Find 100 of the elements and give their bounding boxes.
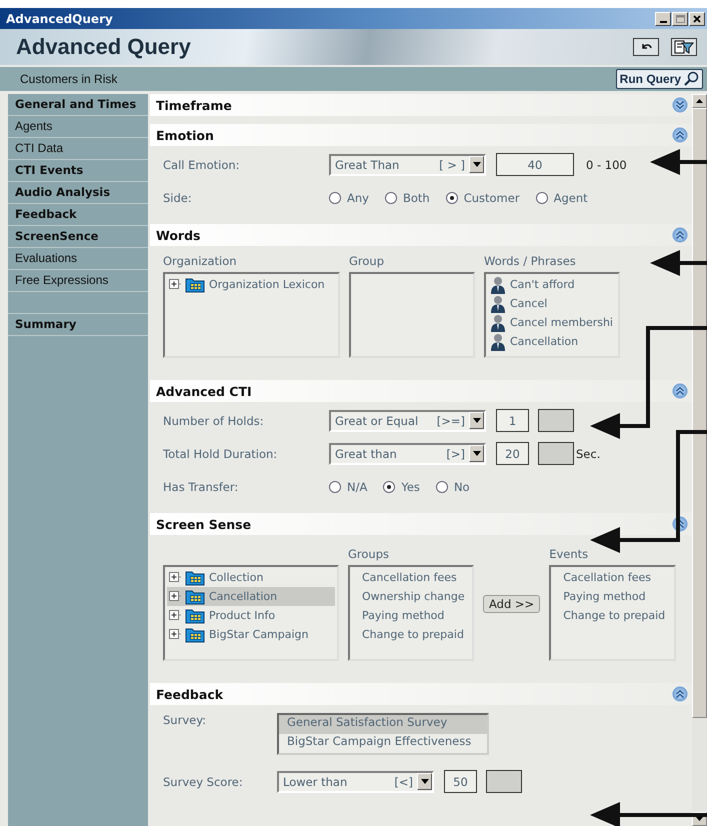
- field-label: Survey Score:: [163, 774, 244, 788]
- tree-item[interactable]: BigStar Campaign: [167, 625, 335, 644]
- sidebar-item[interactable]: CTI Data: [8, 138, 148, 160]
- filter-button[interactable]: [671, 38, 697, 56]
- sidebar-item[interactable]: General and Times: [8, 94, 148, 116]
- section-header[interactable]: Feedback: [150, 683, 692, 705]
- expand-icon[interactable]: [169, 572, 181, 583]
- radio-option[interactable]: Any: [329, 190, 369, 204]
- radio-icon[interactable]: [446, 192, 458, 204]
- list-item[interactable]: BigStar Campaign Effectiveness: [279, 734, 487, 753]
- sidebar-item[interactable]: Evaluations: [8, 248, 148, 270]
- run-query-button[interactable]: Run Query: [616, 69, 703, 89]
- down-arrow-icon: [696, 817, 703, 821]
- expand-icon[interactable]: [169, 629, 181, 640]
- operator-dropdown[interactable]: Lower than [<]: [277, 770, 434, 792]
- list-item[interactable]: Paying method: [352, 606, 470, 625]
- operator-dropdown[interactable]: Great Than [ > ]: [329, 154, 486, 176]
- section-title: Advanced CTI: [156, 384, 252, 398]
- empty-field[interactable]: [538, 409, 574, 432]
- section-title: Timeframe: [156, 98, 232, 112]
- caret-icon: [469, 412, 484, 429]
- list-item[interactable]: Ownership change: [352, 587, 470, 606]
- list-label: Group: [349, 254, 384, 268]
- maximize-icon: [676, 14, 684, 22]
- section-header[interactable]: Screen Sense: [150, 513, 692, 535]
- value-field[interactable]: 40: [496, 153, 574, 176]
- section-title: Screen Sense: [156, 516, 252, 532]
- radio-icon[interactable]: [536, 192, 548, 204]
- expand-icon[interactable]: [169, 279, 181, 290]
- page-title: Advanced Query: [16, 34, 191, 60]
- radio-option[interactable]: No: [436, 480, 470, 494]
- list-item[interactable]: Change to prepaid: [352, 625, 470, 644]
- section-title: Emotion: [156, 128, 214, 142]
- list-item[interactable]: Paying method: [553, 587, 672, 606]
- list-item[interactable]: Change to prepaid: [553, 606, 672, 625]
- section-header[interactable]: Emotion: [150, 124, 692, 146]
- tree-item[interactable]: Organization Lexicon: [209, 278, 325, 291]
- operator-dropdown[interactable]: Great or Equal [>=]: [329, 410, 486, 432]
- list-label: Organization: [163, 254, 237, 268]
- list-item[interactable]: Cancel: [510, 297, 548, 310]
- section-title: Words: [156, 228, 200, 242]
- expand-icon[interactable]: [672, 97, 688, 113]
- tree-item[interactable]: Product Info: [167, 606, 335, 625]
- empty-field[interactable]: [538, 442, 574, 465]
- list-item[interactable]: Cancellation fees: [352, 568, 470, 587]
- sidebar-item[interactable]: Agents: [8, 116, 148, 138]
- expand-icon[interactable]: [169, 591, 181, 602]
- value-field[interactable]: 20: [496, 442, 529, 465]
- minimize-button[interactable]: [655, 12, 671, 26]
- radio-icon[interactable]: [329, 480, 341, 492]
- empty-field[interactable]: [486, 770, 522, 793]
- collapse-icon[interactable]: [672, 516, 688, 532]
- radio-icon[interactable]: [383, 480, 396, 492]
- folder-icon: [185, 607, 205, 624]
- radio-icon[interactable]: [436, 480, 448, 492]
- undo-button[interactable]: [633, 38, 659, 56]
- scroll-thumb[interactable]: [692, 108, 707, 718]
- expand-icon[interactable]: [169, 610, 181, 621]
- scrollbar[interactable]: [692, 94, 707, 826]
- list-label: Events: [549, 547, 588, 561]
- list-item[interactable]: General Satisfaction Survey: [279, 715, 487, 734]
- list-item[interactable]: Cancel membershi: [510, 316, 613, 329]
- radio-option[interactable]: Both: [384, 190, 430, 204]
- sidebar-item[interactable]: CTI Events: [8, 160, 148, 182]
- up-arrow-icon: [696, 99, 703, 103]
- add-button[interactable]: Add >>: [483, 595, 540, 613]
- sidebar-item[interactable]: ScreenSence: [8, 226, 148, 248]
- search-icon: [683, 71, 699, 87]
- pointer-arrow: [650, 250, 707, 276]
- value-field[interactable]: 50: [444, 770, 477, 793]
- sidebar-item[interactable]: Summary: [8, 314, 148, 336]
- radio-option[interactable]: N/A: [329, 480, 368, 494]
- list-item[interactable]: Can't afford: [510, 278, 575, 291]
- field-label: Has Transfer:: [163, 480, 240, 494]
- tree-item[interactable]: Cancellation: [167, 587, 335, 606]
- radio-option[interactable]: Customer: [446, 190, 520, 204]
- value-field[interactable]: 1: [496, 409, 529, 432]
- close-button[interactable]: [689, 12, 705, 26]
- radio-icon[interactable]: [384, 192, 397, 204]
- list-label: Groups: [348, 547, 390, 561]
- maximize-button[interactable]: [672, 12, 688, 26]
- scroll-up-button[interactable]: [692, 94, 707, 108]
- tree-item[interactable]: Collection: [167, 568, 335, 587]
- undo-icon: [640, 42, 652, 52]
- radio-icon[interactable]: [329, 192, 341, 204]
- section-header[interactable]: Advanced CTI: [150, 380, 692, 402]
- section-header[interactable]: Timeframe: [150, 94, 692, 116]
- sidebar-item[interactable]: Feedback: [8, 204, 148, 226]
- radio-option[interactable]: Yes: [383, 480, 420, 494]
- list-item[interactable]: Cancellation: [510, 335, 578, 348]
- field-label: Survey:: [163, 713, 208, 727]
- sidebar-item[interactable]: Audio Analysis: [8, 182, 148, 204]
- section-header[interactable]: Words: [150, 224, 692, 246]
- person-icon: [490, 332, 506, 350]
- sidebar-item[interactable]: Free Expressions: [8, 270, 148, 292]
- section-title: Feedback: [156, 686, 224, 702]
- radio-option[interactable]: Agent: [536, 190, 588, 204]
- list-item[interactable]: Cacellation fees: [553, 568, 672, 587]
- operator-dropdown[interactable]: Great than [>]: [329, 442, 486, 464]
- range-text: 0 - 100: [586, 158, 627, 172]
